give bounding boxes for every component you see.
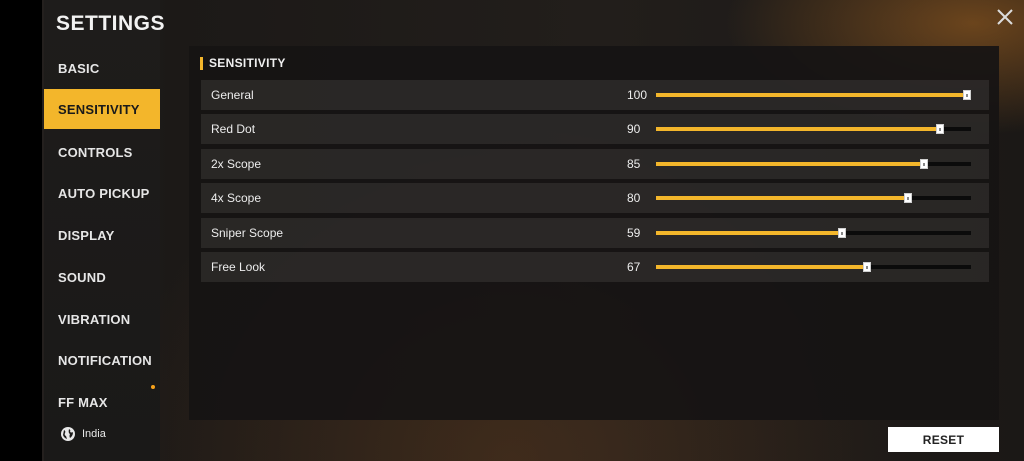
- sensitivity-value: 85: [627, 157, 641, 171]
- sidebar-item-basic[interactable]: BASIC: [44, 48, 160, 88]
- sidebar-item-label: FF MAX: [58, 395, 108, 409]
- sensitivity-slider-red-dot[interactable]: [656, 124, 971, 134]
- slider-fill: [656, 265, 867, 269]
- sensitivity-row-2x-scope: 2x Scope 85: [201, 149, 989, 179]
- sensitivity-row-general: General 100: [201, 80, 989, 110]
- slider-handle[interactable]: [920, 159, 928, 169]
- sidebar-item-sound[interactable]: SOUND: [44, 257, 160, 297]
- sensitivity-label: Free Look: [211, 260, 266, 274]
- sidebar-item-vibration[interactable]: VIBRATION: [44, 299, 160, 339]
- sidebar-item-label: SENSITIVITY: [58, 101, 140, 117]
- region-label: India: [82, 428, 106, 440]
- section-title: SENSITIVITY: [209, 56, 286, 70]
- section-accent-bar: [200, 56, 203, 70]
- region-selector[interactable]: India: [60, 426, 106, 442]
- sensitivity-label: Red Dot: [211, 122, 256, 136]
- sensitivity-slider-general[interactable]: [656, 90, 971, 100]
- slider-fill: [656, 196, 908, 200]
- scroll-indicator-dot: [151, 385, 155, 389]
- reset-button[interactable]: RESET: [888, 427, 999, 452]
- slider-handle[interactable]: [838, 228, 846, 238]
- sidebar-item-label: CONTROLS: [58, 144, 133, 160]
- sensitivity-label: 4x Scope: [211, 191, 262, 205]
- sidebar-item-label: NOTIFICATION: [58, 352, 152, 368]
- sensitivity-slider-2x-scope[interactable]: [656, 159, 971, 169]
- sensitivity-row-sniper-scope: Sniper Scope 59: [201, 218, 989, 248]
- sensitivity-row-free-look: Free Look 67: [201, 252, 989, 282]
- sensitivity-value: 59: [627, 226, 641, 240]
- slider-handle[interactable]: [863, 262, 871, 272]
- sensitivity-value: 100: [627, 88, 648, 102]
- sensitivity-slider-4x-scope[interactable]: [656, 193, 971, 203]
- sensitivity-label: General: [211, 88, 254, 102]
- page-title: SETTINGS: [56, 12, 166, 35]
- close-button[interactable]: [994, 6, 1016, 28]
- sidebar-item-ff-max[interactable]: FF MAX: [44, 395, 160, 409]
- slider-fill: [656, 127, 940, 131]
- sidebar-item-display[interactable]: DISPLAY: [44, 215, 160, 255]
- sidebar-item-label: BASIC: [58, 60, 100, 76]
- sidebar-item-sensitivity[interactable]: SENSITIVITY: [44, 89, 160, 129]
- sidebar-item-label: SOUND: [58, 269, 106, 285]
- sensitivity-label: 2x Scope: [211, 157, 262, 171]
- sidebar-item-label: VIBRATION: [58, 311, 131, 327]
- sensitivity-label: Sniper Scope: [211, 226, 284, 240]
- sensitivity-row-4x-scope: 4x Scope 80: [201, 183, 989, 213]
- slider-fill: [656, 93, 971, 97]
- sidebar-item-controls[interactable]: CONTROLS: [44, 132, 160, 172]
- slider-handle[interactable]: [936, 124, 944, 134]
- sidebar-item-label: DISPLAY: [58, 227, 115, 243]
- sidebar-item-auto-pickup[interactable]: AUTO PICKUP: [44, 173, 160, 213]
- close-icon: [997, 9, 1013, 25]
- sensitivity-value: 80: [627, 191, 641, 205]
- settings-sidebar: SETTINGS BASIC SENSITIVITY CONTROLS AUTO…: [44, 0, 165, 461]
- slider-handle[interactable]: [904, 193, 912, 203]
- slider-fill: [656, 162, 924, 166]
- sensitivity-slider-sniper-scope[interactable]: [656, 228, 971, 238]
- sensitivity-row-red-dot: Red Dot 90: [201, 114, 989, 144]
- sensitivity-value: 90: [627, 122, 641, 136]
- globe-icon: [61, 427, 75, 441]
- sensitivity-slider-free-look[interactable]: [656, 262, 971, 272]
- section-header: SENSITIVITY: [200, 56, 286, 70]
- sensitivity-value: 67: [627, 260, 641, 274]
- slider-handle[interactable]: [963, 90, 971, 100]
- sidebar-item-notification[interactable]: NOTIFICATION: [44, 340, 160, 380]
- slider-fill: [656, 231, 842, 235]
- sidebar-item-label: AUTO PICKUP: [58, 185, 150, 201]
- sensitivity-panel: SENSITIVITY General 100 Red Dot 90 2x Scope 8…: [189, 46, 999, 420]
